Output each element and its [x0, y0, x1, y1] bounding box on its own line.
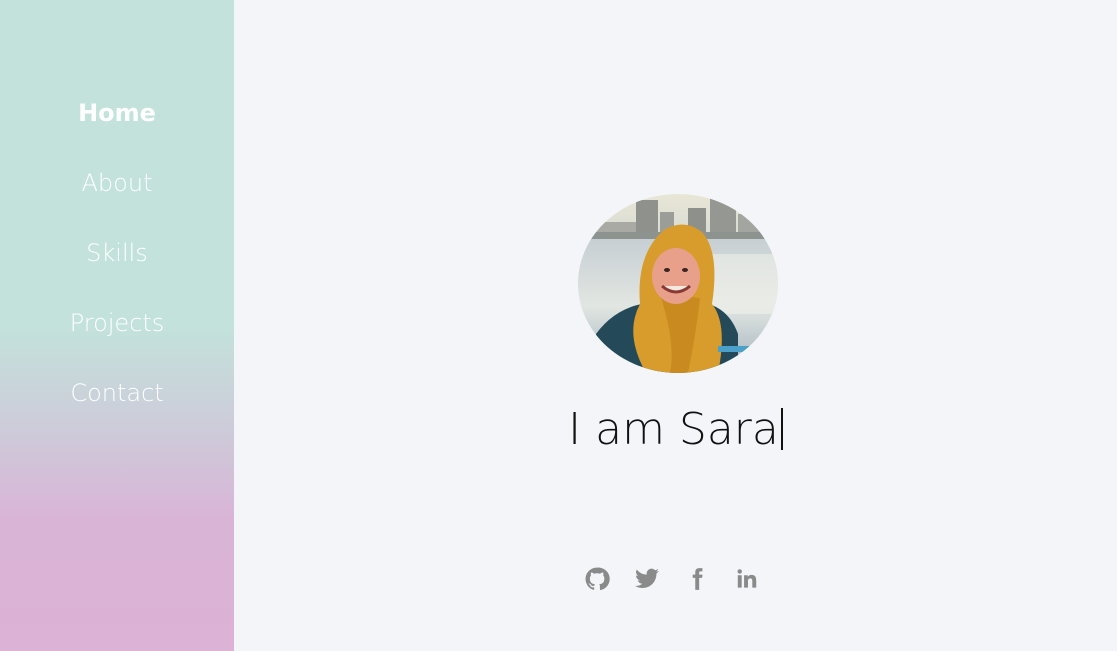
hero-headline: I am Sara [234, 402, 1117, 458]
nav-item-about[interactable]: About [0, 168, 234, 198]
page: Home About Skills Projects Contact I am … [0, 0, 1117, 651]
profile-photo [578, 194, 778, 373]
twitter-link[interactable] [622, 566, 672, 596]
hero-headline-text: I am Sara [568, 404, 779, 455]
main-content: I am Sara [234, 0, 1117, 651]
nav-item-home[interactable]: Home [0, 98, 234, 128]
linkedin-icon [737, 569, 757, 588]
social-links [572, 566, 772, 596]
nav-item-skills[interactable]: Skills [0, 238, 234, 268]
nav-item-projects[interactable]: Projects [0, 308, 234, 338]
facebook-link[interactable] [672, 566, 722, 596]
github-link[interactable] [572, 566, 622, 596]
sidebar: Home About Skills Projects Contact [0, 0, 234, 651]
linkedin-link[interactable] [722, 566, 772, 596]
facebook-icon [692, 568, 703, 590]
github-icon [585, 567, 610, 591]
profile-photo-image [578, 194, 778, 373]
twitter-icon [635, 568, 659, 588]
typing-caret [780, 408, 783, 450]
nav-item-contact[interactable]: Contact [0, 378, 234, 408]
